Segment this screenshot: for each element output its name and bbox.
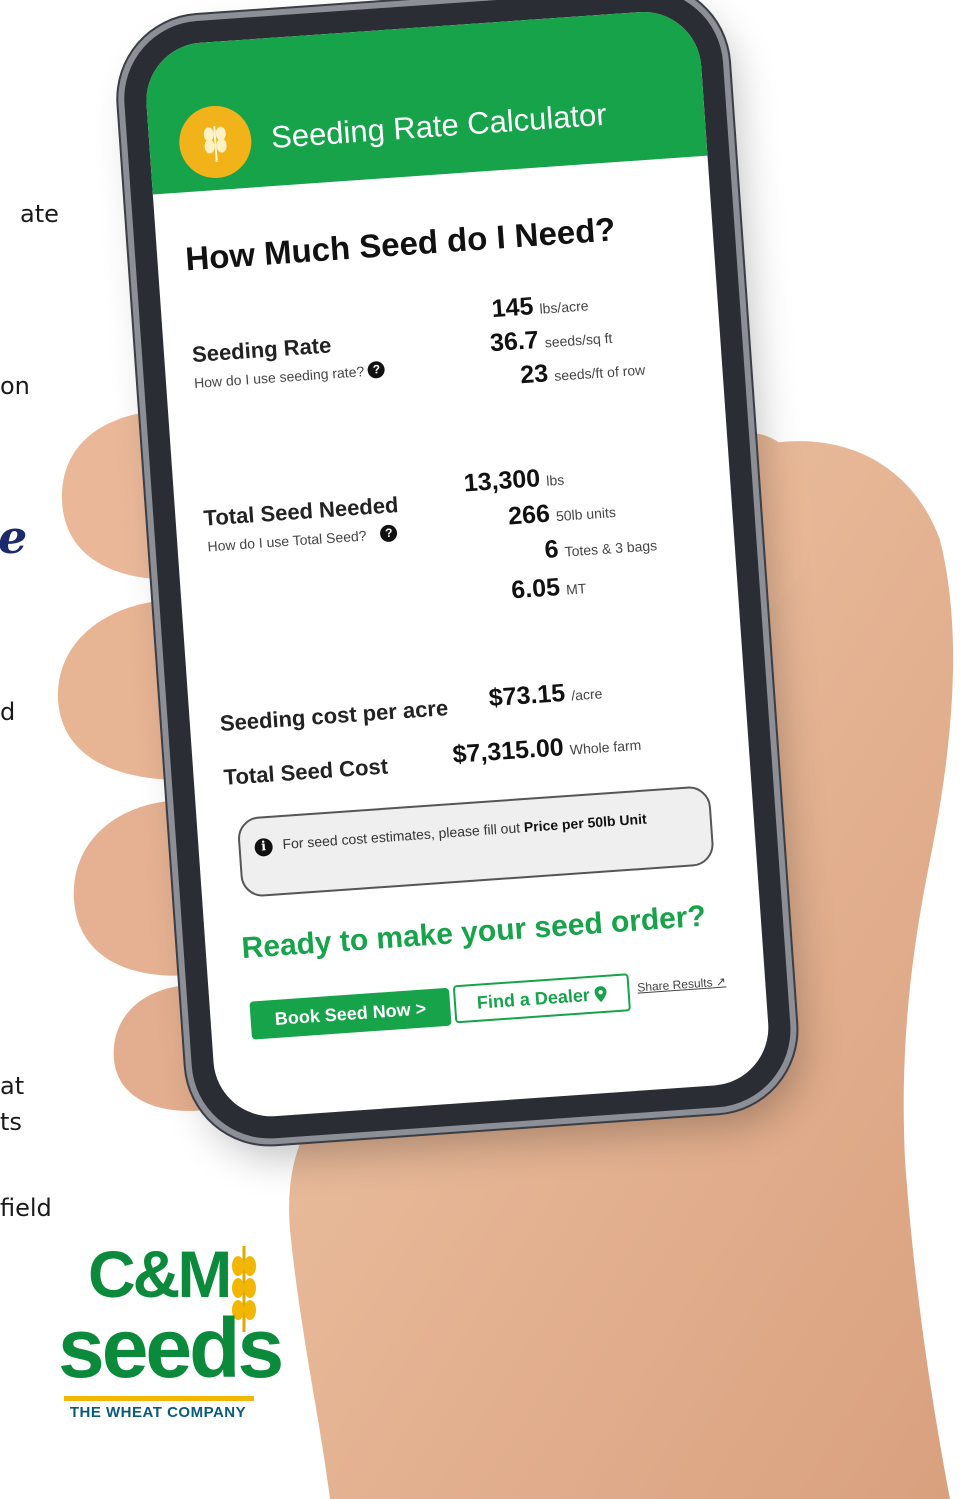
seeding-rate-value: 23 seeds/ft of row [519, 353, 646, 391]
info-icon: i [254, 837, 274, 857]
value-unit: seeds/sq ft [544, 329, 613, 351]
location-pin-icon [594, 986, 607, 1003]
value-unit: seeds/ft of row [553, 361, 646, 384]
value-unit: /acre [570, 685, 603, 704]
app-header: Seeding Rate Calculator [142, 8, 708, 195]
app-title: Seeding Rate Calculator [269, 96, 608, 156]
value-number: 6 [543, 535, 560, 564]
value-number: 145 [490, 292, 535, 324]
total-seed-help-text: How do I use Total Seed? [206, 526, 367, 554]
total-cost-label: Total Seed Cost [222, 753, 389, 790]
value-number: 266 [507, 499, 551, 531]
value-number: 36.7 [489, 325, 540, 358]
notice-prefix: For seed cost estimates, please fill out [281, 819, 525, 852]
value-number: 23 [519, 359, 550, 390]
help-icon[interactable]: ? [367, 360, 386, 379]
help-icon[interactable]: ? [379, 524, 398, 543]
app-logo [176, 103, 254, 181]
cost-per-acre-label: Seeding cost per acre [219, 695, 449, 737]
notice-text: For seed cost estimates, please fill out… [282, 804, 693, 855]
value-unit: MT [565, 580, 587, 598]
value-number: $7,315.00 [451, 733, 565, 769]
seeding-rate-value: 145 lbs/acre [491, 288, 590, 324]
notice-bold: Price per 50lb Unit [523, 810, 648, 836]
notice-box: i For seed cost estimates, please fill o… [236, 785, 715, 898]
value-unit: lbs [545, 471, 565, 489]
page-heading: How Much Seed do I Need? [184, 210, 617, 278]
find-dealer-label: Find a Dealer [476, 984, 591, 1013]
phone-frame: Seeding Rate Calculator How Much Seed do… [119, 0, 796, 1144]
phone-device: Seeding Rate Calculator How Much Seed do… [119, 0, 857, 1164]
find-dealer-button[interactable]: Find a Dealer [452, 973, 631, 1024]
value-unit: Whole farm [569, 736, 642, 758]
seeding-rate-help-text: How do I use seeding rate? [193, 362, 365, 391]
value-number: 6.05 [510, 573, 561, 605]
cost-per-acre-value: $73.15/acre [488, 676, 603, 713]
share-arrow-icon: ↗ [715, 974, 727, 990]
total-seed-value: 6 Totes & 3 bags [544, 528, 658, 565]
wheat-icon [203, 125, 227, 162]
total-seed-value: 266 50lb units [507, 495, 616, 531]
share-results-label: Share Results [636, 975, 714, 995]
total-cost-value: $7,315.00 Whole farm [452, 728, 642, 770]
value-unit: Totes & 3 bags [564, 537, 658, 560]
total-seed-value: 13,300 lbs [463, 463, 565, 499]
seeding-rate-label: Seeding Rate [191, 332, 333, 368]
cta-heading: Ready to make your seed order? [240, 899, 707, 966]
total-seed-value: 6.05 MT [510, 571, 587, 605]
value-unit: 50lb units [555, 503, 617, 525]
value-number: 13,300 [462, 464, 542, 498]
value-unit: lbs/acre [538, 297, 589, 317]
phone-screen: Seeding Rate Calculator How Much Seed do… [142, 8, 773, 1121]
book-seed-button[interactable]: Book Seed Now > [249, 987, 452, 1040]
seeding-rate-value: 36.7 seeds/sq ft [489, 321, 613, 358]
value-number: $73.15 [487, 678, 567, 713]
share-results-link[interactable]: Share Results ↗ [637, 974, 727, 994]
